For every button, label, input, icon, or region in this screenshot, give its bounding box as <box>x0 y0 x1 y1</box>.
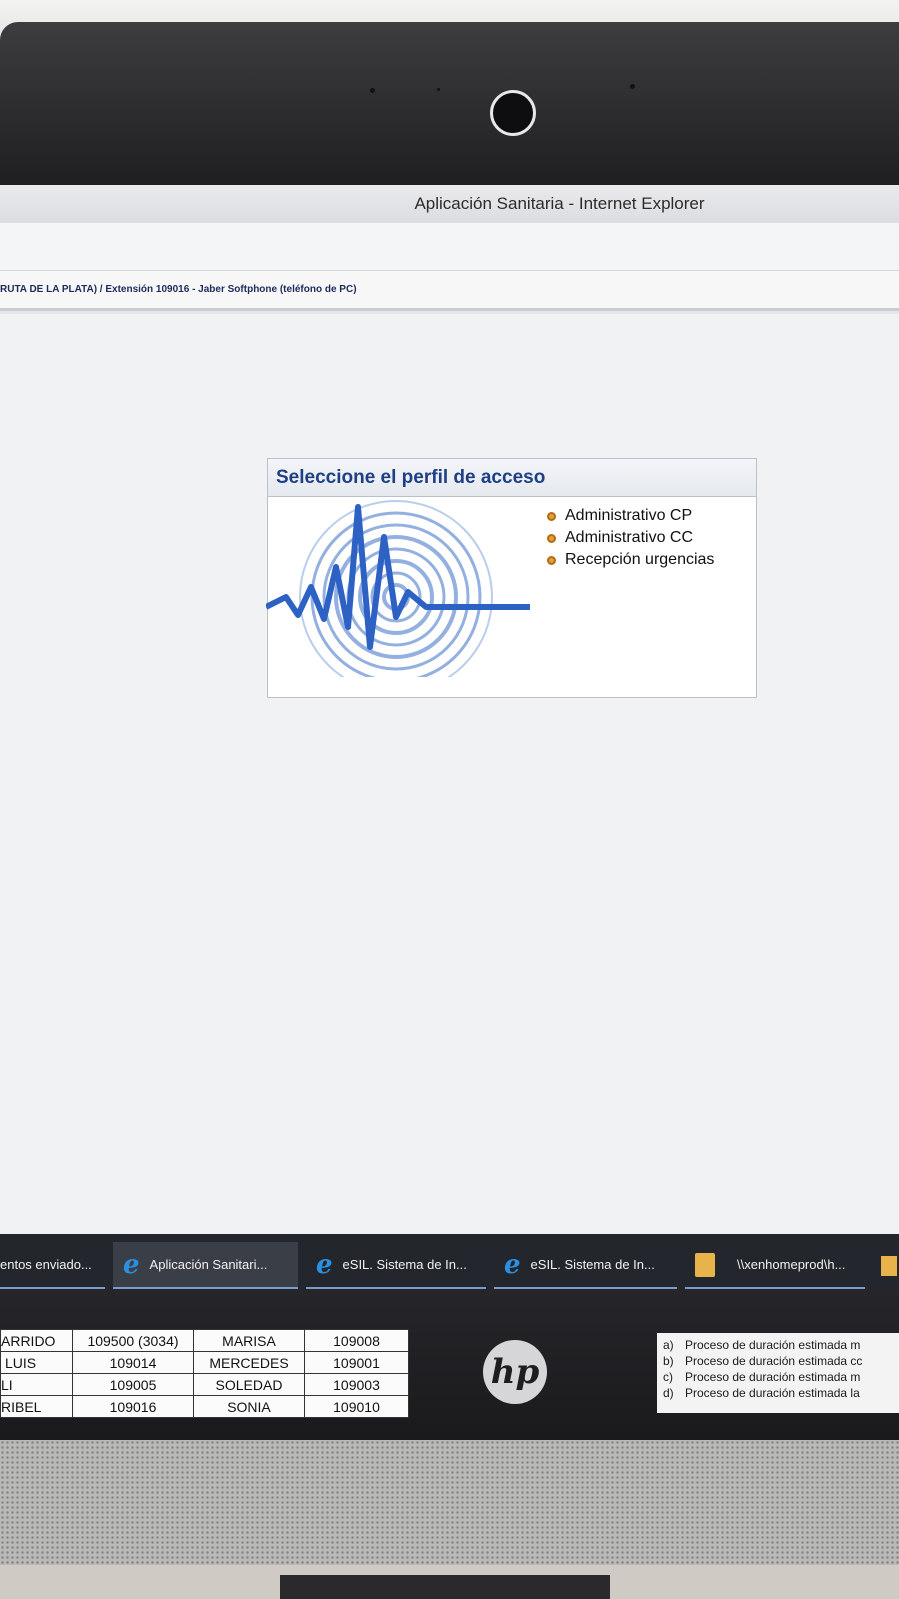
note-line: b) Proceso de duración estimada cc <box>663 1353 899 1369</box>
folder-icon <box>695 1252 715 1277</box>
taskbar-item-label: \\xenhomeprod\h... <box>737 1257 846 1272</box>
note-line: c) Proceso de duración estimada m <box>663 1369 899 1385</box>
table-cell: 109001 <box>304 1351 409 1374</box>
table-cell: 109008 <box>304 1329 409 1352</box>
profile-option-recepcion-urgencias[interactable]: Recepción urgencias <box>547 549 714 571</box>
note-text: Proceso de duración estimada m <box>685 1338 861 1352</box>
table-cell: SOLEDAD <box>193 1373 305 1396</box>
note-letter: b) <box>663 1354 674 1368</box>
table-row: RIBEL 109016 SONIA 109010 <box>0 1395 409 1418</box>
taskbar-item-esil-2[interactable]: e eSIL. Sistema de In... <box>494 1242 677 1289</box>
table-row: ARRIDO 109500 (3034) MARISA 109008 <box>0 1329 409 1352</box>
table-cell: 109005 <box>72 1373 194 1396</box>
browser-toolbar <box>0 223 899 271</box>
table-cell: ARRIDO <box>0 1329 73 1352</box>
taskbar-item-folder[interactable]: \\xenhomeprod\h... <box>685 1242 865 1289</box>
bullet-icon <box>547 555 556 565</box>
table-cell: 109014 <box>72 1351 194 1374</box>
note-letter: d) <box>663 1386 674 1400</box>
profile-option-administrativo-cp[interactable]: Administrativo CP <box>547 505 714 527</box>
taskbar-item-label: Aplicación Sanitari... <box>149 1257 268 1272</box>
window-titlebar[interactable]: Aplicación Sanitaria - Internet Explorer <box>0 185 899 223</box>
process-notes-sticker: a) Proceso de duración estimada m b) Proce… <box>657 1333 899 1413</box>
profile-option-label: Recepción urgencias <box>565 551 715 568</box>
taskbar-item-label: entos enviado... <box>0 1257 92 1272</box>
profile-panel-body: Administrativo CP Administrativo CC Rece… <box>266 497 756 697</box>
table-cell: MERCEDES <box>193 1351 305 1374</box>
extension-info-text: RUTA DE LA PLATA) / Extensión 109016 - J… <box>0 284 357 295</box>
sensor-dot <box>437 88 440 91</box>
table-cell: LI <box>0 1373 73 1396</box>
bullet-icon <box>547 533 556 543</box>
hp-logo-icon: hp <box>483 1340 547 1404</box>
profile-options-list: Administrativo CP Administrativo CC Rece… <box>547 505 714 571</box>
note-line: a) Proceso de duración estimada m <box>663 1337 899 1353</box>
taskbar-item-label: eSIL. Sistema de In... <box>530 1257 655 1272</box>
table-cell: 109003 <box>304 1373 409 1396</box>
monitor-screen: Aplicación Sanitaria - Internet Explorer… <box>0 185 899 1297</box>
note-text: Proceso de duración estimada m <box>685 1370 861 1384</box>
note-line: d) Proceso de duración estimada la <box>663 1385 899 1401</box>
profile-panel-title: Seleccione el perfil de acceso <box>268 459 756 497</box>
sensor-dot <box>630 84 635 89</box>
window-title: Aplicación Sanitaria - Internet Explorer <box>414 194 705 213</box>
page-content: Seleccione el perfil de acceso Administr… <box>0 314 899 1234</box>
taskbar-item-aplicacion-sanitaria[interactable]: e Aplicación Sanitari... <box>113 1242 298 1289</box>
profile-option-label: Administrativo CC <box>565 529 694 546</box>
table-cell: RIBEL <box>0 1395 73 1418</box>
sensor-dot <box>370 88 375 93</box>
note-text: Proceso de duración estimada la <box>685 1386 860 1400</box>
speaker-grille <box>0 1440 899 1565</box>
table-cell: 109010 <box>304 1395 409 1418</box>
profile-option-label: Administrativo CP <box>565 507 693 524</box>
webcam <box>490 90 536 136</box>
table-cell: 109016 <box>72 1395 194 1418</box>
taskbar-item-esil-1[interactable]: e eSIL. Sistema de In... <box>306 1242 486 1289</box>
internet-explorer-icon: e <box>316 1249 333 1280</box>
table-cell: SONIA <box>193 1395 305 1418</box>
folder-icon[interactable] <box>881 1255 897 1276</box>
taskbar: entos enviado... e Aplicación Sanitari..… <box>0 1234 899 1297</box>
taskbar-item-label: eSIL. Sistema de In... <box>342 1257 467 1272</box>
table-cell: MARISA <box>193 1329 305 1352</box>
bullet-icon <box>547 511 556 521</box>
note-text: Proceso de duración estimada cc <box>685 1354 863 1368</box>
internet-explorer-icon: e <box>504 1249 521 1280</box>
taskbar-item-sent-items[interactable]: entos enviado... <box>0 1242 105 1289</box>
monitor-stand <box>280 1575 610 1599</box>
internet-explorer-icon: e <box>123 1249 140 1280</box>
table-row: LI 109005 SOLEDAD 109003 <box>0 1373 409 1396</box>
note-letter: a) <box>663 1338 674 1352</box>
heartbeat-logo-icon <box>266 500 530 677</box>
phone-extension-sticker: ARRIDO 109500 (3034) MARISA 109008 LUIS … <box>0 1329 409 1418</box>
table-cell: 109500 (3034) <box>72 1329 194 1352</box>
monitor-bezel-top <box>0 22 899 197</box>
note-letter: c) <box>663 1370 673 1384</box>
table-cell: LUIS <box>0 1351 73 1374</box>
table-row: LUIS 109014 MERCEDES 109001 <box>0 1351 409 1374</box>
profile-select-panel: Seleccione el perfil de acceso Administr… <box>266 458 757 698</box>
profile-option-administrativo-cc[interactable]: Administrativo CC <box>547 527 714 549</box>
extension-info-bar: RUTA DE LA PLATA) / Extensión 109016 - J… <box>0 271 899 311</box>
